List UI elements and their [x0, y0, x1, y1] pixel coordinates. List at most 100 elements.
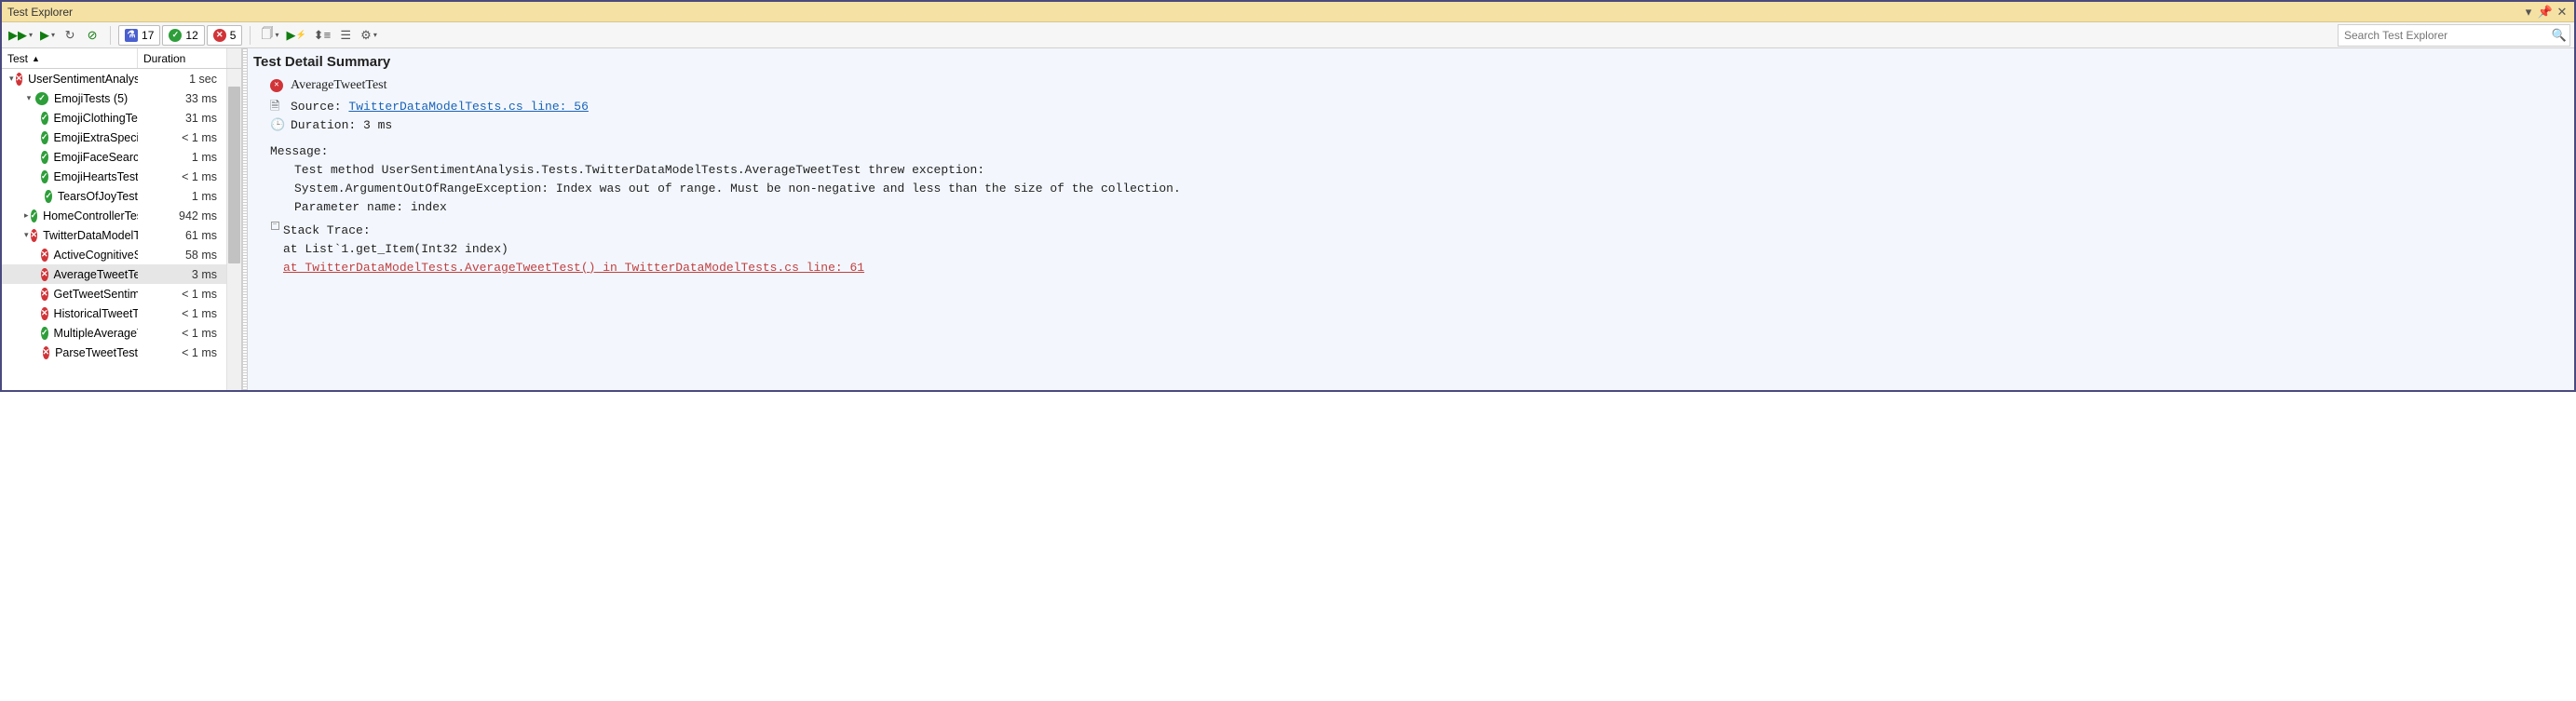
failed-count: 5 [230, 29, 237, 42]
message-line: System.ArgumentOutOfRangeException: Inde… [294, 180, 2565, 198]
test-label: GetTweetSentimentTest [54, 288, 138, 301]
column-headers: Test ▲ Duration [2, 48, 241, 69]
clock-icon: 🕒 [270, 116, 283, 135]
test-row[interactable]: EmojiFaceSearchTest1 ms [2, 147, 226, 167]
expander-icon[interactable]: ▾ [24, 230, 29, 240]
fail-icon [270, 79, 283, 92]
test-label: EmojiHeartsTest [54, 170, 138, 183]
message-line: Test method UserSentimentAnalysis.Tests.… [294, 161, 2565, 180]
tree-scrollbar[interactable] [226, 69, 241, 390]
pass-icon [41, 170, 48, 183]
fail-icon [41, 268, 48, 281]
test-row[interactable]: ▾ EmojiTests (5) 33 ms [2, 88, 226, 108]
fail-icon [31, 229, 38, 242]
test-row[interactable]: EmojiHeartsTest< 1 ms [2, 167, 226, 186]
run-after-build-button[interactable]: ▶⚡ [283, 25, 308, 46]
close-button[interactable]: ✕ [2554, 4, 2570, 20]
group-by-button[interactable]: ⬍≡ [311, 25, 333, 46]
test-row[interactable]: MultipleAverageTweetTest< 1 ms [2, 323, 226, 343]
test-row[interactable]: ActiveCognitiveServiceTest58 ms [2, 245, 226, 264]
column-test-header[interactable]: Test ▲ [2, 48, 138, 68]
repeat-last-run-button[interactable]: ↻ [60, 25, 80, 46]
test-row[interactable]: ParseTweetTest< 1 ms [2, 343, 226, 362]
test-duration: 1 ms [138, 151, 226, 164]
test-tree[interactable]: ▾ UserSentimentAnalysis.Tests (17)1 sec ▾ E… [2, 69, 226, 390]
search-input[interactable] [2339, 29, 2549, 42]
titlebar: Test Explorer ▾ 📌 ✕ [2, 2, 2574, 22]
test-duration: 3 ms [138, 268, 226, 281]
pass-icon [35, 92, 48, 105]
passed-count: 12 [185, 29, 197, 42]
run-button[interactable]: ▶ [37, 25, 58, 46]
pass-icon [45, 190, 52, 203]
test-label: EmojiTests (5) [54, 92, 128, 105]
search-box[interactable]: 🔍 [2338, 24, 2570, 47]
stack-line: at List`1.get_Item(Int32 index) [283, 240, 2565, 259]
test-label: UserSentimentAnalysis.Tests (17) [28, 73, 138, 86]
sort-asc-icon: ▲ [32, 54, 40, 63]
playlist-button[interactable]: 🗍 [258, 25, 281, 46]
test-row[interactable]: AverageTweetTest3 ms [2, 264, 226, 284]
fold-gutter[interactable]: − [270, 222, 279, 232]
columns-button[interactable]: ☰ [335, 25, 356, 46]
test-explorer-window: Test Explorer ▾ 📌 ✕ ▶▶ ▶ ↻ ⊘ 17 12 5 🗍 ▶… [0, 0, 2576, 392]
total-count: 17 [142, 29, 154, 42]
test-duration: < 1 ms [138, 346, 226, 359]
test-duration: 1 sec [138, 73, 226, 86]
test-duration: < 1 ms [138, 288, 226, 301]
test-label: TwitterDataModelTests (6) [43, 229, 138, 242]
pass-icon [41, 151, 48, 164]
detail-pane: Test Detail Summary AverageTweetTest 🗎 S… [248, 48, 2574, 390]
test-row[interactable]: ▾ TwitterDataModelTests (6)61 ms [2, 225, 226, 245]
test-label: HistoricalTweetTest [54, 307, 138, 320]
test-duration: 58 ms [138, 249, 226, 262]
test-label: ParseTweetTest [55, 346, 138, 359]
test-duration: 33 ms [138, 92, 226, 105]
test-row[interactable]: EmojiClothingTest31 ms [2, 108, 226, 128]
test-row[interactable]: HistoricalTweetTest< 1 ms [2, 303, 226, 323]
message-label: Message: [270, 142, 2565, 161]
fail-icon [41, 249, 48, 262]
test-row[interactable]: ▸HomeControllerTests (6)942 ms [2, 206, 226, 225]
test-label: ActiveCognitiveServiceTest [54, 249, 138, 262]
run-all-button[interactable]: ▶▶ [6, 25, 35, 46]
pin-button[interactable]: 📌 [2537, 4, 2554, 20]
test-row[interactable]: TearsOfJoyTest1 ms [2, 186, 226, 206]
expander-icon[interactable]: ▸ [24, 210, 29, 221]
test-duration: < 1 ms [138, 131, 226, 144]
window-menu-button[interactable]: ▾ [2520, 4, 2537, 20]
settings-button[interactable]: ⚙ [358, 25, 380, 46]
body: Test ▲ Duration ▾ UserSentimentAnalysis.T… [2, 48, 2574, 390]
pass-icon [41, 131, 48, 144]
test-row[interactable]: EmojiExtraSpecialCharatersTest< 1 ms [2, 128, 226, 147]
duration-value: 3 ms [363, 118, 392, 132]
source-label: Source: [291, 100, 342, 114]
filter-passed-pill[interactable]: 12 [162, 25, 204, 46]
fail-icon [41, 288, 48, 301]
filter-all-pill[interactable]: 17 [118, 25, 160, 46]
test-row[interactable]: ▾ UserSentimentAnalysis.Tests (17)1 sec [2, 69, 226, 88]
filter-failed-pill[interactable]: 5 [207, 25, 243, 46]
expander-icon[interactable]: ▾ [9, 74, 14, 84]
test-label: MultipleAverageTweetTest [54, 327, 138, 340]
test-duration: 1 ms [138, 190, 226, 203]
source-icon: 🗎 [270, 98, 283, 116]
stop-run-button[interactable]: ⊘ [82, 25, 102, 46]
test-label: HomeControllerTests (6) [43, 209, 138, 222]
stack-label: Stack Trace: [283, 222, 2565, 240]
test-duration: 31 ms [138, 112, 226, 125]
fail-icon [43, 346, 50, 359]
detail-body: AverageTweetTest 🗎 Source: TwitterDataMo… [253, 75, 2565, 277]
source-link[interactable]: TwitterDataModelTests.cs line: 56 [348, 100, 588, 114]
column-duration-header[interactable]: Duration [138, 48, 226, 68]
column-test-label: Test [7, 52, 28, 65]
test-label: EmojiExtraSpecialCharatersTest [54, 131, 138, 144]
test-duration: 61 ms [138, 229, 226, 242]
fail-icon [16, 73, 23, 86]
expander-icon[interactable]: ▾ [24, 93, 34, 103]
scroll-header-gap [226, 48, 241, 68]
test-row[interactable]: GetTweetSentimentTest< 1 ms [2, 284, 226, 303]
stack-link[interactable]: at TwitterDataModelTests.AverageTweetTes… [283, 261, 864, 275]
test-label: EmojiClothingTest [54, 112, 138, 125]
search-icon[interactable]: 🔍 [2549, 28, 2569, 43]
